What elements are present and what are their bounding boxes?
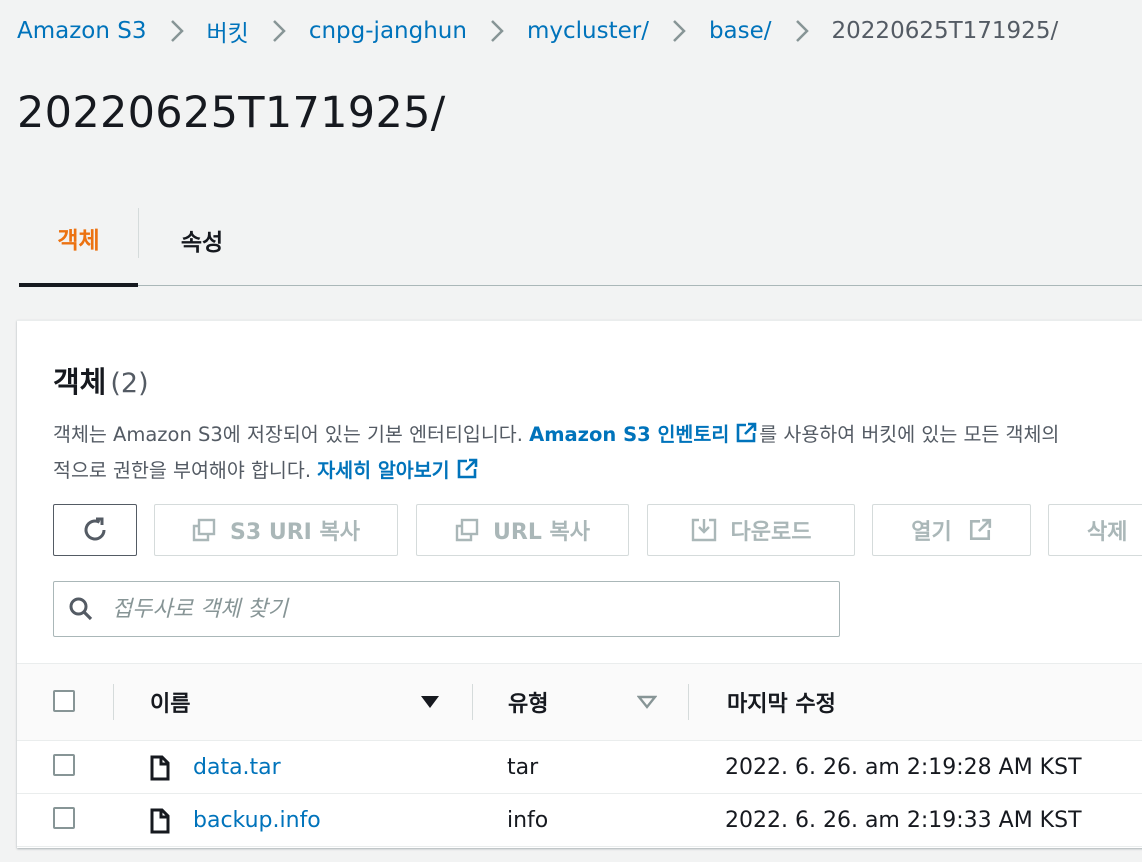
external-link-icon — [736, 422, 757, 443]
object-type: tar — [507, 754, 539, 780]
refresh-button[interactable] — [53, 504, 137, 556]
breadcrumb-buckets[interactable]: 버킷 — [207, 14, 249, 48]
open-button[interactable]: 열기 — [872, 504, 1031, 556]
open-label: 열기 — [911, 520, 952, 545]
object-count: (2) — [110, 368, 149, 399]
table-row: data.tar tar 2022. 6. 26. am 2:19:28 AM … — [17, 741, 1142, 794]
description-text: 를 사용하여 버킷에 있는 모든 객체의 — [759, 423, 1060, 446]
breadcrumb-mycluster[interactable]: mycluster/ — [527, 18, 649, 44]
sort-unsorted-icon[interactable] — [637, 694, 657, 710]
copy-url-button[interactable]: URL 복사 — [416, 504, 629, 556]
file-icon — [150, 808, 170, 834]
column-divider — [472, 684, 473, 720]
refresh-icon — [84, 517, 106, 541]
column-header-type[interactable]: 유형 — [508, 664, 548, 740]
object-name-link[interactable]: data.tar — [193, 741, 281, 793]
tab-objects[interactable]: 객체 — [19, 196, 138, 287]
copy-s3-uri-button[interactable]: S3 URI 복사 — [154, 504, 398, 556]
tab-bar: 객체 속성 — [19, 196, 1142, 287]
row-checkbox[interactable] — [53, 807, 75, 829]
external-link-icon — [457, 458, 477, 479]
tab-properties[interactable]: 속성 — [140, 196, 264, 283]
panel-title: 객체 (2) — [53, 359, 149, 401]
chevron-right-icon — [649, 18, 709, 44]
select-all-checkbox[interactable] — [53, 690, 75, 712]
sort-descending-icon[interactable] — [420, 694, 440, 710]
external-link-icon — [969, 518, 991, 541]
description-text: 객체는 Amazon S3에 저장되어 있는 기본 엔터티입니다. — [53, 423, 530, 446]
object-last-modified: 2022. 6. 26. am 2:19:33 AM KST — [725, 807, 1082, 833]
panel-description: 객체는 Amazon S3에 저장되어 있는 기본 엔터티입니다. Amazon… — [53, 417, 1142, 489]
copy-icon — [192, 518, 216, 542]
table-header: 이름 유형 마지막 수정 — [17, 663, 1142, 741]
description-text: 적으로 권한을 부여해야 합니다. — [53, 459, 318, 482]
breadcrumb-base[interactable]: base/ — [709, 18, 772, 44]
inventory-link[interactable]: Amazon S3 인벤토리 — [529, 423, 729, 446]
object-name-link[interactable]: backup.info — [193, 794, 321, 846]
breadcrumb-current: 20220625T171925/ — [831, 18, 1059, 44]
download-icon — [691, 518, 716, 542]
search-input[interactable] — [110, 595, 839, 623]
objects-table: 이름 유형 마지막 수정 data.tar tar 2022. 6. 26. a… — [17, 663, 1142, 847]
breadcrumb-bucket[interactable]: cnpg-janghun — [309, 18, 467, 44]
chevron-right-icon — [772, 18, 832, 44]
learn-more-link[interactable]: 자세히 알아보기 — [317, 459, 449, 482]
page-title: 20220625T171925/ — [17, 88, 446, 138]
download-button[interactable]: 다운로드 — [647, 504, 855, 556]
delete-button[interactable]: 삭제 — [1048, 504, 1142, 556]
file-icon — [150, 755, 170, 781]
column-header-last-modified[interactable]: 마지막 수정 — [727, 664, 836, 740]
chevron-right-icon — [467, 18, 527, 44]
object-last-modified: 2022. 6. 26. am 2:19:28 AM KST — [725, 754, 1082, 780]
copy-icon — [455, 518, 479, 542]
column-divider — [113, 684, 114, 720]
panel-title-text: 객체 — [53, 365, 107, 399]
search-icon — [69, 597, 93, 621]
copy-s3-uri-label: S3 URI 복사 — [230, 520, 360, 545]
description-line-1: 객체는 Amazon S3에 저장되어 있는 기본 엔터티입니다. Amazon… — [53, 417, 1142, 453]
chevron-right-icon — [147, 18, 207, 44]
breadcrumb: Amazon S3 버킷 cnpg-janghun mycluster/ bas… — [17, 14, 1058, 48]
column-divider — [688, 684, 689, 720]
object-type: info — [507, 807, 549, 833]
description-line-2: 적으로 권한을 부여해야 합니다. 자세히 알아보기 — [53, 453, 1142, 489]
search-box — [53, 581, 840, 637]
table-row: backup.info info 2022. 6. 26. am 2:19:33… — [17, 794, 1142, 847]
download-label: 다운로드 — [730, 520, 812, 545]
objects-panel: 객체 (2) 객체는 Amazon S3에 저장되어 있는 기본 엔터티입니다. … — [17, 320, 1142, 848]
breadcrumb-amazon-s3[interactable]: Amazon S3 — [17, 18, 147, 44]
copy-url-label: URL 복사 — [493, 520, 590, 545]
delete-label: 삭제 — [1087, 520, 1128, 545]
column-header-name[interactable]: 이름 — [150, 664, 190, 740]
tab-divider — [138, 208, 139, 258]
chevron-right-icon — [249, 18, 309, 44]
row-checkbox[interactable] — [53, 754, 75, 776]
